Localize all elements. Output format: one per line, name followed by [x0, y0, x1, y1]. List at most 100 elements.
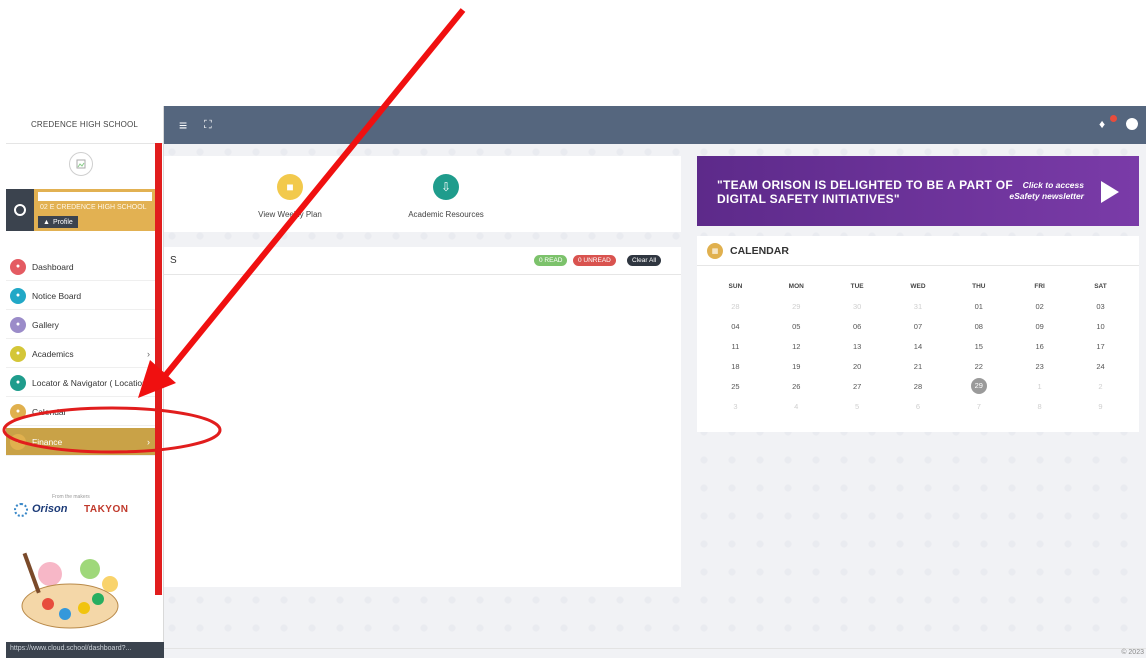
calendar-day[interactable]: 06 [827, 322, 888, 331]
calendar-day[interactable]: 26 [766, 382, 827, 391]
weekday-label: SAT [1094, 282, 1107, 290]
sidebar-menu[interactable]: 02 E CREDENCE HIGH SCHOOL ▲ Profile ● Das… [6, 144, 158, 629]
calendar-day[interactable]: 07 [888, 322, 949, 331]
calendar-day[interactable]: 24 [1070, 362, 1131, 371]
esafety-banner[interactable]: "TEAM ORISON IS DELIGHTED TO BE A PART O… [697, 156, 1139, 226]
hamburger-icon[interactable]: ≡ [179, 118, 187, 132]
calendar-day[interactable]: 19 [766, 362, 827, 371]
calendar-day[interactable]: 09 [1009, 322, 1070, 331]
calendar-day[interactable]: 14 [888, 342, 949, 351]
calendar-day[interactable]: 11 [705, 342, 766, 351]
calendar-day[interactable]: 03 [1070, 302, 1131, 311]
calendar-day[interactable]: 10 [1070, 322, 1131, 331]
quick-link-label: Academic Resources [408, 210, 484, 219]
calendar-day-number: 14 [913, 341, 923, 351]
calendar-day-number: 24 [1096, 361, 1105, 371]
calendar-day[interactable]: 7 [948, 402, 1009, 411]
calendar-day[interactable]: 04 [705, 322, 766, 331]
quick-links-card: ■ View Weekly Plan ⇩ Academic Resources [164, 156, 681, 232]
calendar-day[interactable]: 6 [888, 402, 949, 411]
read-badge[interactable]: 0 READ [534, 255, 568, 266]
calendar-day[interactable]: 22 [948, 362, 1009, 371]
calendar-day[interactable]: 4 [766, 402, 827, 411]
calendar-day-number: 12 [792, 341, 801, 351]
calendar-day[interactable]: 15 [948, 342, 1009, 351]
calendar-week-row: 28 29 30 31 01 02 03 [705, 296, 1131, 316]
calendar-day[interactable]: 28 [705, 302, 766, 311]
expand-icon[interactable]: ⛶ [204, 118, 212, 132]
weekday-label: FRI [1034, 282, 1045, 290]
person-icon: ▲ [43, 218, 50, 226]
calendar-day-number: 27 [852, 381, 862, 391]
calendar-day[interactable]: 08 [948, 322, 1009, 331]
calendar-day[interactable]: 8 [1009, 402, 1070, 411]
sidebar-item-finance[interactable]: ● Finance › [6, 428, 156, 456]
calendar-day[interactable]: 25 [705, 382, 766, 391]
calendar-day[interactable]: 28 [888, 382, 949, 391]
user-icon[interactable] [1126, 118, 1138, 130]
calendar-day[interactable]: 16 [1009, 342, 1070, 351]
calendar-day-number: 25 [731, 381, 740, 391]
calendar-day[interactable]: 02 [1009, 302, 1070, 311]
sidebar-item-label: Dashboard [32, 261, 74, 272]
notification-badge [1110, 115, 1117, 122]
calendar-day-number: 29 [792, 301, 801, 311]
link-status-bar: https://www.cloud.school/dashboard?... [6, 642, 164, 658]
play-icon[interactable] [1101, 181, 1119, 203]
calendar-day[interactable]: 1 [1009, 382, 1070, 391]
sidebar-item-dashboard[interactable]: ● Dashboard [6, 253, 156, 281]
sidebar-item-gallery[interactable]: ● Gallery [6, 311, 156, 339]
calendar-day-number: 28 [913, 381, 923, 391]
clear-all-button[interactable]: Clear All [627, 255, 662, 266]
broken-image-icon [69, 152, 93, 176]
calendar-day[interactable]: 20 [827, 362, 888, 371]
calendar-day-number: 05 [792, 321, 801, 331]
sidebar-item-label: Notice Board [32, 290, 82, 301]
calendar-day-number: 07 [913, 321, 923, 331]
calendar-day[interactable]: 5 [827, 402, 888, 411]
calendar-day[interactable]: 31 [888, 302, 949, 311]
unread-badge[interactable]: 0 UNREAD [573, 255, 616, 266]
calendar-day-number: 4 [794, 401, 799, 411]
calendar-day[interactable]: 29 [766, 302, 827, 311]
calendar-day-number: 28 [731, 301, 740, 311]
calendar-day[interactable]: 27 [827, 382, 888, 391]
weekday-label: MON [788, 282, 804, 290]
calendar-day[interactable]: 3 [705, 402, 766, 411]
calendar-day[interactable]: 12 [766, 342, 827, 351]
notices-title: S [170, 255, 177, 266]
calendar-grid: SUN MON TUE WED THU FRI SAT 28 29 30 31 01 02 03 04 05 0… [705, 276, 1131, 416]
calendar-day[interactable]: 2 [1070, 382, 1131, 391]
calendar-day[interactable]: 30 [827, 302, 888, 311]
calendar-week-row: 04 05 06 07 08 09 10 [705, 316, 1131, 336]
calendar-day[interactable]: 17 [1070, 342, 1131, 351]
quick-link-weekly-plan[interactable]: ■ View Weekly Plan [230, 174, 350, 219]
calendar-day-number: 29 [970, 378, 987, 394]
calendar-day[interactable]: 9 [1070, 402, 1131, 411]
calendar-day-number: 17 [1096, 341, 1105, 351]
calendar-day[interactable]: 01 [948, 302, 1009, 311]
sidebar-item-notice[interactable]: ● Notice Board [6, 282, 156, 310]
sidebar-item-locator[interactable]: ● Locator & Navigator ( Location [6, 369, 156, 397]
calendar-day-number: 18 [731, 361, 740, 371]
calendar-day[interactable]: 13 [827, 342, 888, 351]
chevron-right-icon: › [147, 348, 150, 359]
calendar-day-today[interactable]: 29 [948, 378, 1009, 394]
calendar-day-number: 04 [731, 321, 740, 331]
sidebar-item-calendar[interactable]: ● Calendar [6, 398, 156, 426]
resources-icon: ⇩ [433, 174, 459, 200]
brand-tagline: From the makers [52, 494, 90, 500]
quick-link-academic-resources[interactable]: ⇩ Academic Resources [386, 174, 506, 219]
calendar-week-row: 11 12 13 14 15 16 17 [705, 336, 1131, 356]
weekday-label: WED [910, 282, 926, 290]
orison-logo-icon [14, 503, 28, 517]
brand-row: From the makers Orison TAKYON [6, 494, 156, 524]
calendar-day[interactable]: 23 [1009, 362, 1070, 371]
gallery-icon: ● [10, 316, 26, 333]
sidebar-item-academics[interactable]: ● Academics › [6, 340, 156, 368]
sidebar-item-label: Finance [32, 436, 63, 447]
calendar-day[interactable]: 21 [888, 362, 949, 371]
profile-button[interactable]: ▲ Profile [38, 216, 78, 228]
calendar-day[interactable]: 05 [766, 322, 827, 331]
calendar-day[interactable]: 18 [705, 362, 766, 371]
